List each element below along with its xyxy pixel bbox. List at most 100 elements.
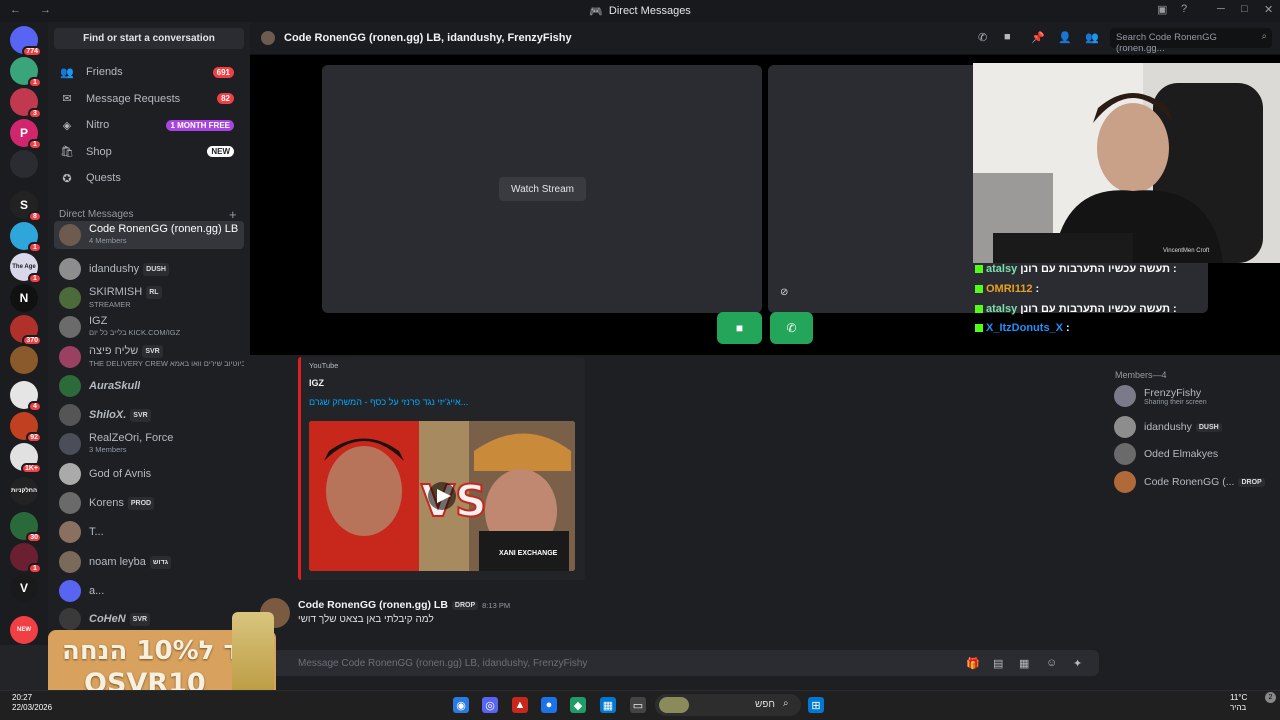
taskbar-search[interactable]: חפש ⌕ — [655, 694, 801, 716]
server-icon[interactable] — [10, 346, 38, 374]
chat-user: atalsy — [986, 263, 1018, 275]
server-badge: 1 — [28, 77, 42, 88]
dm-item[interactable]: T... — [54, 518, 244, 546]
server-icon[interactable]: N — [10, 284, 38, 312]
gif-icon[interactable]: ▤ — [993, 657, 1003, 670]
message-author[interactable]: Code RonenGG (ronen.gg) LB — [298, 599, 448, 611]
server-icon[interactable] — [10, 150, 38, 178]
member-item[interactable]: FrenzyFishy Sharing their screen — [1114, 385, 1207, 407]
dm-item[interactable]: IGZ בלייב כל יום KICK.COM/IGZ — [54, 313, 244, 341]
store-icon[interactable]: ▦ — [600, 697, 616, 713]
apps-icon[interactable]: ✦ — [1073, 657, 1082, 670]
server-icon[interactable]: 1K+ — [10, 443, 42, 474]
nav-item-friends[interactable]: 👥 Friends 691 — [54, 60, 244, 84]
clock[interactable]: 20:27 22/03/2026 — [12, 693, 52, 713]
member-status: Sharing their screen — [1144, 398, 1207, 406]
member-item[interactable]: Oded Elmakyes — [1114, 443, 1218, 465]
add-friends-icon[interactable]: 👤 — [1058, 31, 1072, 44]
member-name: Code RonenGG (... — [1144, 476, 1235, 488]
dm-item[interactable]: שליח פיצה SVR THE DELIVERY CREW ביוטיוב שי… — [54, 343, 244, 371]
inbox-icon[interactable]: ▣ — [1157, 3, 1167, 16]
server-icon[interactable]: 1 — [10, 57, 42, 88]
app-taskbar-icon[interactable]: ▲ — [512, 697, 528, 713]
server-icon[interactable]: 92 — [10, 412, 42, 443]
chrome-icon[interactable]: ● — [541, 697, 557, 713]
dm-item[interactable]: CoHeN SVR — [54, 605, 244, 633]
nav-item-nitro[interactable]: ◈ Nitro 1 MONTH FREE — [54, 113, 244, 137]
server-icon[interactable]: 30 — [10, 512, 42, 543]
window-title: Direct Messages — [608, 5, 691, 17]
server-icon[interactable]: 774 — [10, 26, 42, 57]
weather-widget[interactable]: 11°C בהיר — [1230, 693, 1247, 713]
nav-label: Shop — [86, 145, 112, 158]
steam-icon[interactable]: ◉ — [453, 697, 469, 713]
embed-title[interactable]: IGZ — [309, 378, 324, 388]
dm-item[interactable]: God of Avnis — [54, 460, 244, 488]
stream-chat-line: atalsy תעשה עכשיו התערבות עם רונן : — [975, 263, 1177, 275]
dm-item[interactable]: SKIRMISH RL STREAMER — [54, 284, 244, 312]
chat-text: : — [1035, 283, 1040, 295]
dm-item[interactable]: Code RonenGG (ronen.gg) LB, i...4 Member… — [54, 221, 244, 249]
server-icon[interactable]: החלקניות — [10, 477, 38, 505]
app2-taskbar-icon[interactable]: ◆ — [570, 697, 586, 713]
explorer-icon[interactable]: ▭ — [630, 697, 646, 713]
server-icon[interactable]: P1 — [10, 119, 42, 150]
sticker-icon[interactable]: ▦ — [1019, 657, 1029, 670]
member-list-icon[interactable]: 👥 — [1085, 31, 1099, 44]
video-call-icon[interactable]: ■ — [1004, 31, 1011, 43]
nav-item-shop[interactable]: 🛍 Shop NEW — [54, 140, 244, 164]
server-icon[interactable]: S8 — [10, 191, 42, 222]
dm-item[interactable]: AuraSkull — [54, 372, 244, 400]
notification-badge[interactable]: 2 — [1265, 692, 1276, 703]
avatar — [59, 404, 81, 426]
video-thumbnail[interactable]: VS XANI EXCHANGE — [309, 421, 575, 571]
minimize-button[interactable]: ─ — [1217, 3, 1225, 15]
gift-icon[interactable]: 🎁 — [966, 657, 980, 670]
server-icon[interactable]: 370 — [10, 315, 42, 346]
maximize-button[interactable]: □ — [1241, 3, 1248, 15]
dm-item[interactable]: RealZeOri, Force 3 Members — [54, 430, 244, 458]
nav-item-message-requests[interactable]: ✉ Message Requests 82 — [54, 87, 244, 111]
dm-item[interactable]: ShiloX. SVR — [54, 401, 244, 429]
help-icon[interactable]: ? — [1181, 3, 1187, 15]
dm-item[interactable]: idandushy DUSH — [54, 255, 244, 283]
server-tag: PROD — [127, 496, 155, 510]
server-icon[interactable]: 1 — [10, 543, 42, 574]
server-icon[interactable]: NEW — [10, 616, 38, 644]
dm-name: RealZeOri, Force — [89, 433, 174, 444]
server-icon[interactable]: 1 — [10, 222, 42, 253]
user-panel[interactable] — [0, 645, 48, 690]
phone-call-icon[interactable]: ✆ — [978, 31, 987, 44]
server-icon[interactable]: 3 — [10, 88, 42, 119]
pin-icon[interactable]: 📌 — [1031, 31, 1045, 44]
server-tag: DUSH — [1195, 422, 1222, 432]
member-item[interactable]: idandushy DUSH — [1114, 416, 1222, 438]
nav-item-quests[interactable]: ✪ Quests — [54, 166, 244, 190]
members-header: Members—4 — [1115, 370, 1167, 380]
server-icon[interactable]: 4 — [10, 381, 42, 412]
watch-stream-button[interactable]: Watch Stream — [499, 177, 586, 201]
call-button[interactable]: ✆ — [770, 312, 813, 344]
emoji-icon[interactable]: ☺ — [1046, 657, 1057, 669]
dm-item[interactable]: Korens PROD — [54, 489, 244, 517]
create-dm-icon[interactable]: + — [229, 207, 237, 222]
server-badge: 30 — [26, 532, 42, 543]
close-button[interactable]: ✕ — [1264, 3, 1273, 16]
nav-arrows[interactable]: ← → — [10, 4, 59, 16]
server-icon[interactable]: The Age 1 — [10, 253, 42, 284]
search-input[interactable]: Search Code RonenGG (ronen.gg... ⌕ — [1110, 28, 1272, 54]
discord-taskbar-icon[interactable]: ◎ — [482, 697, 498, 713]
dm-item[interactable]: a... — [54, 577, 244, 605]
kick-icon — [975, 305, 983, 313]
embed-link[interactable]: אייג'יזי נגד פרנזי על כסף - המשחק שגרם..… — [309, 397, 468, 407]
member-item[interactable]: Code RonenGG (... DROP — [1114, 471, 1265, 493]
windows-start-icon[interactable]: ⊞ — [808, 697, 824, 713]
dm-item[interactable]: noam leyba גדוש — [54, 548, 244, 576]
camera-toggle-button[interactable]: ■ — [717, 312, 762, 344]
dm-name: שליח פיצה — [89, 345, 139, 357]
server-badge: 8 — [28, 211, 42, 222]
search-highlight-image — [659, 697, 689, 713]
server-icon[interactable]: V — [10, 574, 38, 602]
find-conversation-button[interactable]: Find or start a conversation — [54, 28, 244, 49]
dm-name: T... — [89, 526, 104, 538]
